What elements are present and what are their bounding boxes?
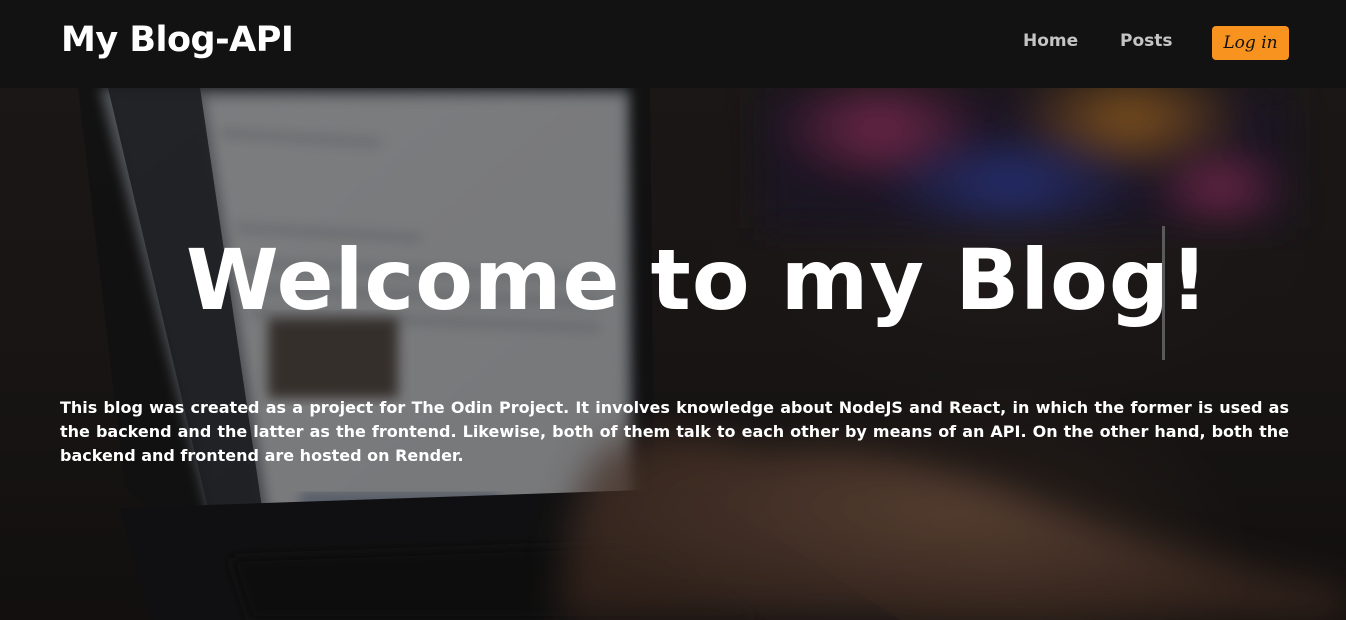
nav-link-home[interactable]: Home xyxy=(1023,31,1078,51)
hero-title: Welcome to my Blog! xyxy=(186,231,1210,329)
hero-description: This blog was created as a project for T… xyxy=(60,398,1289,465)
login-button[interactable]: Log in xyxy=(1212,26,1289,60)
navbar: My Blog-API Home Posts Log in xyxy=(0,0,1346,88)
nav-link-posts[interactable]: Posts xyxy=(1120,31,1173,51)
page: My Blog-API Home Posts Log in Welcome to… xyxy=(0,0,1346,620)
hero-dark-overlay xyxy=(0,88,1346,620)
hero-section xyxy=(0,88,1346,620)
typing-cursor xyxy=(1162,226,1165,360)
brand-logo[interactable]: My Blog-API xyxy=(61,20,294,60)
